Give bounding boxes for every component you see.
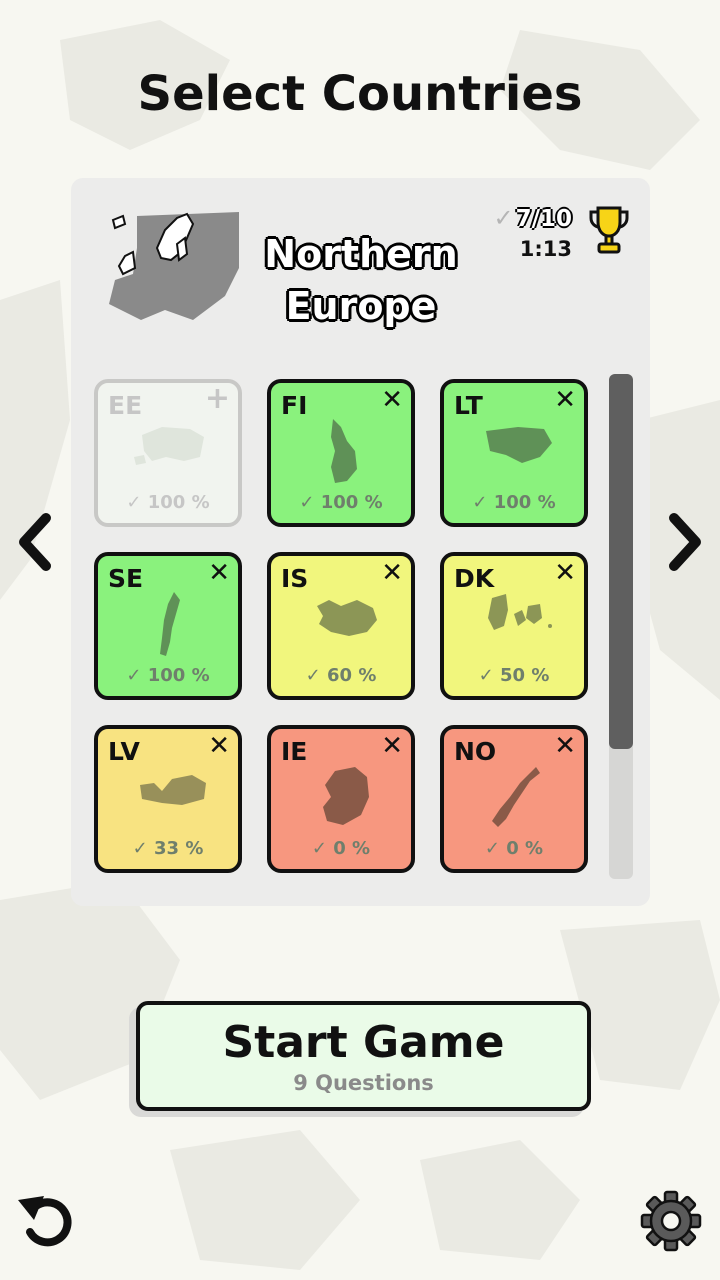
country-code: IS [281, 564, 309, 593]
country-percent: ✓ 0 % [311, 838, 371, 859]
country-shape-ee [134, 427, 204, 465]
question-count: 9 Questions [293, 1071, 434, 1095]
scrollbar-thumb[interactable] [609, 374, 633, 749]
country-percent: ✓ 100 % [299, 492, 383, 513]
country-percent: ✓ 100 % [126, 665, 210, 686]
remove-icon[interactable]: ✕ [208, 731, 230, 761]
region-stats: ✓7/10 1:13 [493, 204, 572, 263]
country-code: EE [108, 391, 143, 420]
check-icon: ✓ [126, 492, 148, 513]
check-icon: ✓ [305, 665, 327, 686]
start-game-button[interactable]: Start Game 9 Questions [136, 1001, 591, 1111]
country-code: LT [454, 391, 483, 420]
remove-icon[interactable]: ✕ [208, 558, 230, 588]
region-name-line2: Europe [285, 284, 437, 328]
region-name: Northern Europe [261, 228, 461, 332]
country-shape-lv [140, 775, 206, 805]
remove-icon[interactable]: ✕ [554, 385, 576, 415]
undo-icon[interactable] [14, 1190, 80, 1252]
country-shape-se [160, 592, 180, 656]
country-code: NO [454, 737, 497, 766]
start-game-label: Start Game [222, 1017, 505, 1068]
check-icon: ✓ [472, 492, 494, 513]
country-shape-fi [331, 419, 357, 483]
country-percent: ✓ 50 % [478, 665, 550, 686]
country-tile-se[interactable]: SE ✕ ✓ 100 % [94, 552, 242, 700]
country-shape-is [317, 600, 377, 636]
country-percent: ✓ 33 % [132, 838, 204, 859]
best-time: 1:13 [519, 237, 572, 261]
country-code: FI [281, 391, 308, 420]
check-icon: ✓ [311, 838, 334, 859]
check-icon: ✓ [493, 204, 514, 232]
add-icon[interactable]: + [205, 381, 230, 416]
country-tile-ee[interactable]: EE + ✓ 100 % [94, 379, 242, 527]
country-tile-lv[interactable]: LV ✕ ✓ 33 % [94, 725, 242, 873]
region-map-image [109, 212, 239, 320]
best-score: 7/10 [515, 206, 572, 232]
region-panel: Northern Europe ✓7/10 1:13 EE + ✓ 100 % … [71, 178, 650, 906]
country-tile-dk[interactable]: DK ✕ ✓ 50 % [440, 552, 588, 700]
check-icon: ✓ [132, 838, 154, 859]
country-shape-lt [486, 427, 552, 463]
country-code: SE [108, 564, 144, 593]
country-tile-no[interactable]: NO ✕ ✓ 0 % [440, 725, 588, 873]
chevron-left-icon[interactable] [14, 510, 56, 574]
country-code: IE [281, 737, 308, 766]
page-title: Select Countries [137, 66, 583, 122]
country-percent: ✓ 100 % [126, 492, 210, 513]
check-icon: ✓ [484, 838, 507, 859]
country-tile-fi[interactable]: FI ✕ ✓ 100 % [267, 379, 415, 527]
country-tile-ie[interactable]: IE ✕ ✓ 0 % [267, 725, 415, 873]
trophy-icon [589, 206, 629, 254]
remove-icon[interactable]: ✕ [381, 558, 403, 588]
country-percent: ✓ 60 % [305, 665, 377, 686]
country-tile-is[interactable]: IS ✕ ✓ 60 % [267, 552, 415, 700]
tile-scrollbar[interactable] [609, 374, 633, 879]
country-code: LV [108, 737, 140, 766]
country-percent: ✓ 100 % [472, 492, 556, 513]
country-shape-ie [323, 767, 369, 825]
gear-icon[interactable] [640, 1190, 702, 1252]
check-icon: ✓ [478, 665, 500, 686]
remove-icon[interactable]: ✕ [554, 558, 576, 588]
country-shape-no [492, 767, 540, 827]
remove-icon[interactable]: ✕ [381, 385, 403, 415]
remove-icon[interactable]: ✕ [381, 731, 403, 761]
check-icon: ✓ [126, 665, 148, 686]
country-shape-dk [488, 594, 552, 630]
country-tile-lt[interactable]: LT ✕ ✓ 100 % [440, 379, 588, 527]
region-name-line1: Northern [264, 232, 458, 276]
chevron-right-icon[interactable] [664, 510, 706, 574]
remove-icon[interactable]: ✕ [554, 731, 576, 761]
check-icon: ✓ [299, 492, 321, 513]
country-percent: ✓ 0 % [484, 838, 544, 859]
country-code: DK [454, 564, 495, 593]
